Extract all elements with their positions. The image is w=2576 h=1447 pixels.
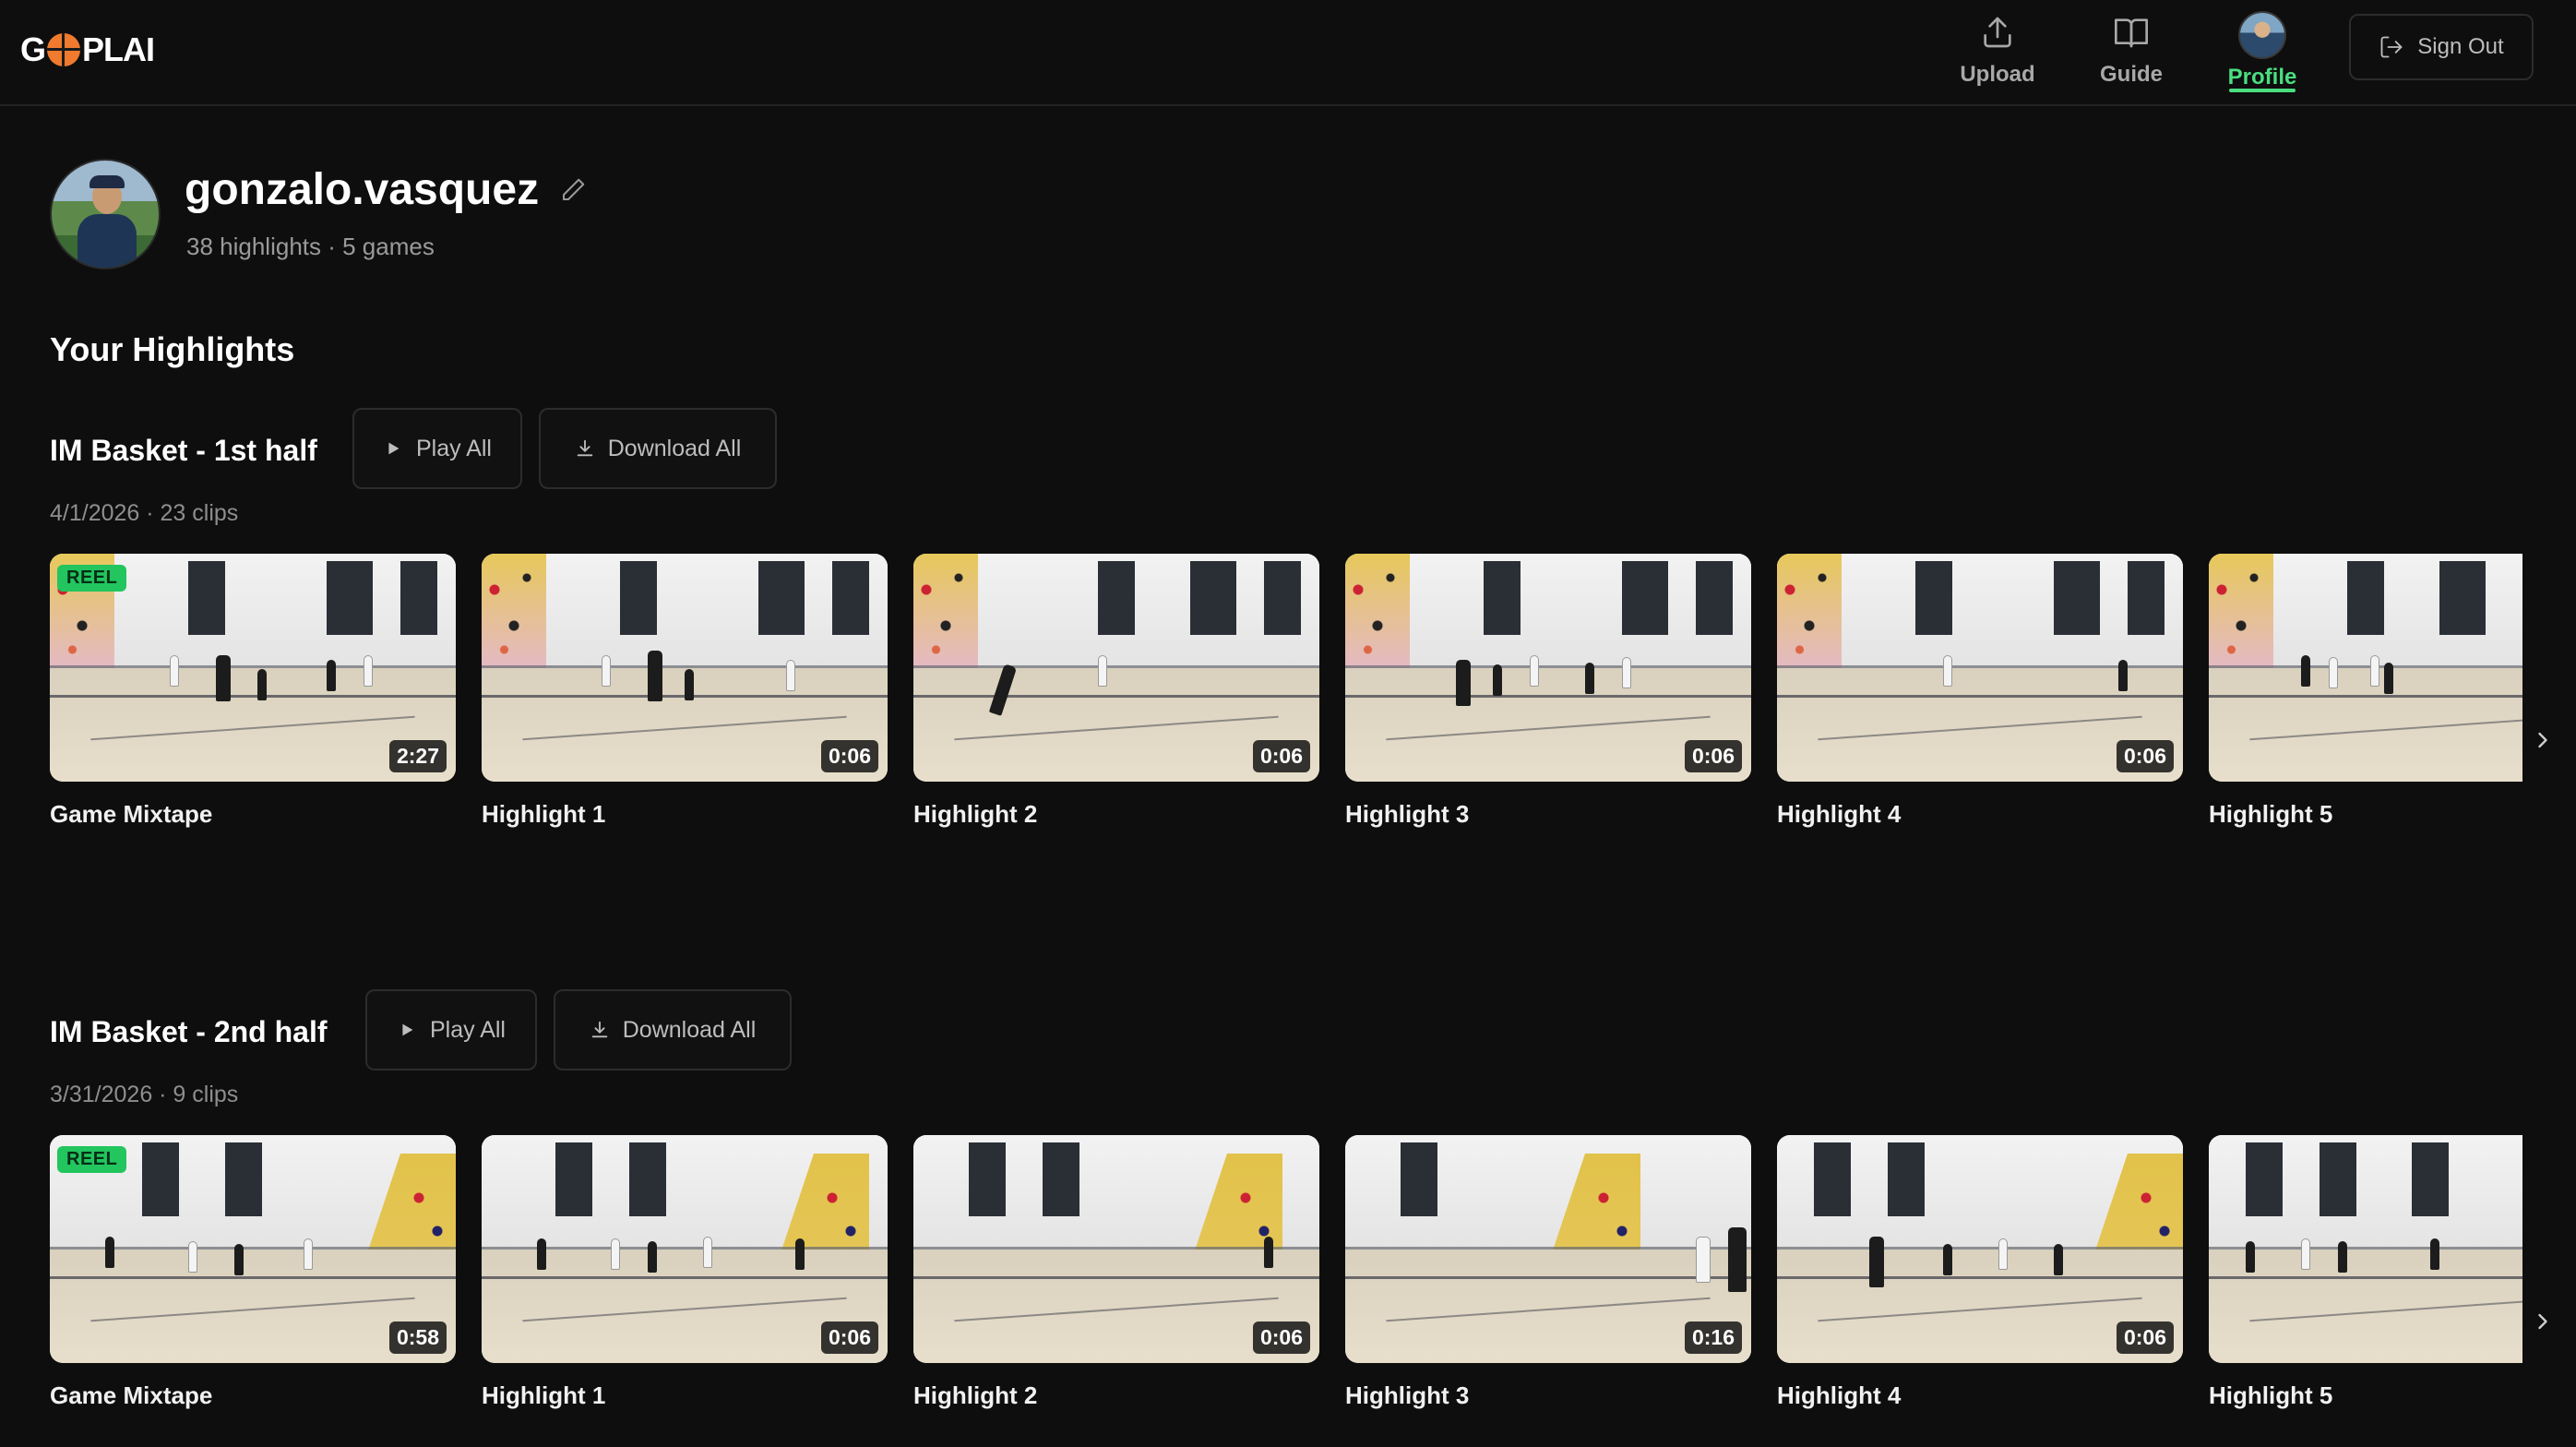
clip-card[interactable]: 0:06 Highlight 4 (1777, 1135, 2183, 1410)
download-all-button[interactable]: Download All (554, 989, 792, 1070)
play-all-button[interactable]: Play All (365, 989, 537, 1070)
clip-title: Highlight 5 (2209, 800, 2333, 828)
duration-badge: 0:06 (820, 740, 878, 772)
upload-icon (1984, 17, 2011, 48)
chevron-right-icon[interactable] (2530, 1309, 2556, 1334)
download-all-button[interactable]: Download All (539, 408, 777, 489)
duration-badge: 0:06 (1252, 740, 1310, 772)
nav-upload-label: Upload (1960, 62, 2035, 87)
clip-thumbnail[interactable]: 0:06 (913, 554, 1319, 782)
play-all-label: Play All (430, 1016, 506, 1043)
clip-title: Highlight 5 (2209, 1381, 2333, 1409)
clip-thumbnail[interactable]: REEL 2:27 (50, 554, 456, 782)
play-all-button[interactable]: Play All (352, 408, 522, 489)
duration-badge: 0:06 (820, 1321, 878, 1354)
app-logo[interactable]: G PLAI (20, 30, 155, 70)
reel-badge: REEL (57, 1146, 127, 1173)
logo-text-right: PLAI (82, 30, 155, 68)
clip-card[interactable]: 0:06 Highlight 2 (913, 1135, 1319, 1410)
clip-thumbnail[interactable]: 0:06 (482, 1135, 888, 1363)
clip-carousel: REEL 2:27 Game Mixtape 0:06 Highlight 1 (50, 554, 2522, 840)
duration-badge: 0:06 (1252, 1321, 1310, 1354)
clip-thumbnail[interactable]: REEL 0:58 (50, 1135, 456, 1363)
clip-card[interactable]: 0:16 Highlight 3 (1345, 1135, 1751, 1410)
clip-title: Highlight 1 (482, 1381, 606, 1409)
clip-thumbnail[interactable]: 0:06 (1345, 554, 1751, 782)
edit-pencil-icon[interactable] (559, 176, 587, 204)
active-tab-indicator (2229, 89, 2296, 92)
clip-card[interactable]: REEL 2:27 Game Mixtape (50, 554, 456, 829)
clip-card[interactable]: Highlight 5 (2209, 554, 2522, 829)
avatar-small (2238, 11, 2286, 59)
reel-badge: REEL (57, 565, 127, 592)
book-icon (2115, 18, 2148, 48)
nav-guide-label: Guide (2099, 62, 2163, 87)
clip-card[interactable]: Highlight 5 (2209, 1135, 2522, 1410)
clip-thumbnail[interactable]: 0:06 (482, 554, 888, 782)
clip-title: Highlight 4 (1777, 1381, 1902, 1409)
play-icon (388, 442, 400, 455)
clip-thumbnail[interactable]: 0:16 (1345, 1135, 1751, 1363)
game-meta: 4/1/2026 · 23 clips (50, 500, 239, 526)
clip-card[interactable]: 0:06 Highlight 4 (1777, 554, 2183, 829)
download-all-label: Download All (607, 435, 742, 461)
clip-title: Highlight 2 (913, 800, 1038, 828)
clip-title: Game Mixtape (50, 1381, 213, 1409)
profile-username: gonzalo.vasquez (185, 164, 587, 215)
clip-thumbnail[interactable] (2209, 554, 2522, 782)
chevron-right-icon[interactable] (2530, 727, 2556, 753)
basketball-icon (47, 33, 81, 66)
duration-badge: 0:06 (1684, 740, 1742, 772)
clip-thumbnail[interactable]: 0:06 (913, 1135, 1319, 1363)
download-icon (591, 1021, 607, 1038)
duration-badge: 0:06 (2116, 1321, 2174, 1354)
nav-upload[interactable]: Upload (1956, 0, 2039, 102)
play-all-label: Play All (416, 435, 492, 461)
clip-card[interactable]: 0:06 Highlight 1 (482, 554, 888, 829)
nav-profile[interactable]: Profile (2222, 0, 2303, 102)
duration-badge: 2:27 (388, 740, 447, 772)
clip-title: Highlight 3 (1345, 800, 1470, 828)
clip-title: Game Mixtape (50, 800, 213, 828)
clip-title: Highlight 1 (482, 800, 606, 828)
clip-thumbnail[interactable]: 0:06 (1777, 1135, 2183, 1363)
game-title: IM Basket - 2nd half (50, 1015, 328, 1048)
download-icon (577, 439, 592, 457)
sign-out-button[interactable]: Sign Out (2349, 14, 2534, 80)
logo-text-left: G (20, 30, 46, 68)
duration-badge: 0:16 (1684, 1321, 1742, 1354)
section-title: Your Highlights (50, 330, 295, 368)
duration-badge: 0:06 (2116, 740, 2174, 772)
play-icon (402, 1023, 413, 1036)
clip-card[interactable]: 0:06 Highlight 3 (1345, 554, 1751, 829)
clip-thumbnail[interactable] (2209, 1135, 2522, 1363)
top-nav: G PLAI Upload Guide Profile Sign Out (0, 0, 2576, 106)
clip-card[interactable]: 0:06 Highlight 1 (482, 1135, 888, 1410)
game-title: IM Basket - 1st half (50, 434, 317, 467)
logout-icon (2380, 36, 2403, 58)
profile-avatar (50, 159, 161, 269)
nav-profile-label: Profile (2227, 65, 2297, 90)
clip-thumbnail[interactable]: 0:06 (1777, 554, 2183, 782)
clip-card[interactable]: 0:06 Highlight 2 (913, 554, 1319, 829)
clip-title: Highlight 3 (1345, 1381, 1470, 1409)
duration-badge: 0:58 (388, 1321, 447, 1354)
game-meta: 3/31/2026 · 9 clips (50, 1082, 239, 1107)
clip-title: Highlight 4 (1777, 800, 1902, 828)
download-all-label: Download All (622, 1016, 757, 1043)
profile-stats: 38 highlights · 5 games (186, 233, 435, 260)
nav-guide[interactable]: Guide (2093, 0, 2170, 102)
clip-title: Highlight 2 (913, 1381, 1038, 1409)
clip-carousel: REEL 0:58 Game Mixtape 0:06 Highlight 1 (50, 1135, 2522, 1421)
clip-card[interactable]: REEL 0:58 Game Mixtape (50, 1135, 456, 1410)
username-text: gonzalo.vasquez (185, 165, 540, 214)
sign-out-label: Sign Out (2417, 34, 2504, 59)
